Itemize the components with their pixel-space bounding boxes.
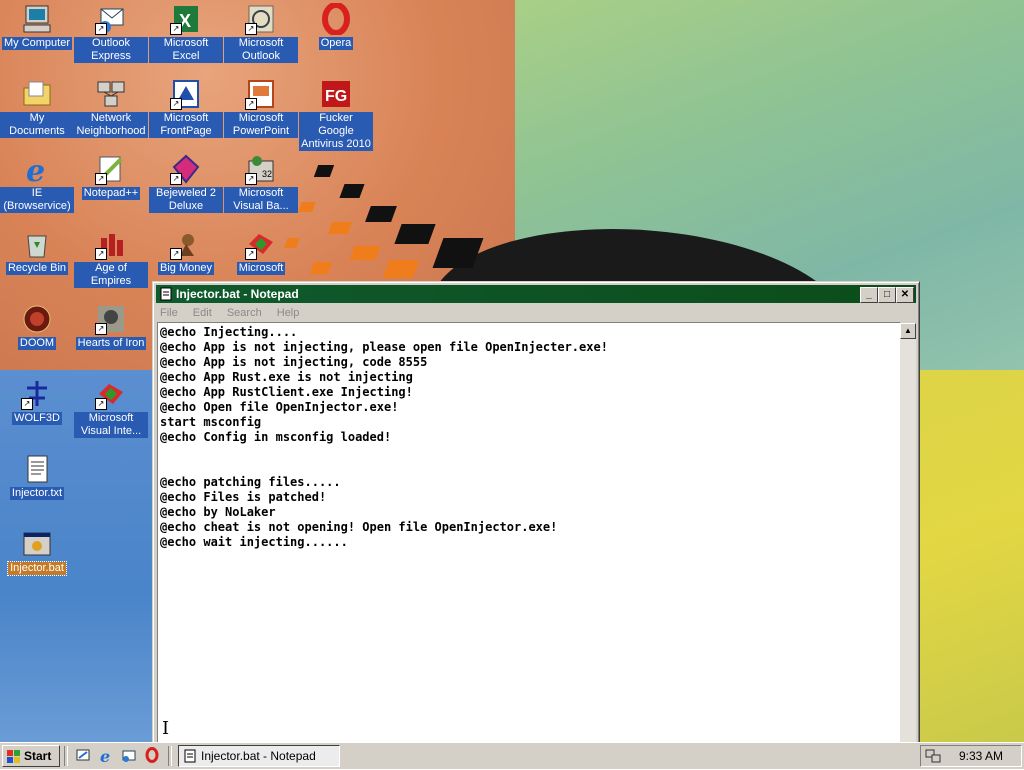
taskbar-divider xyxy=(64,746,68,766)
notepad-icon xyxy=(159,287,173,301)
menu-edit[interactable]: Edit xyxy=(193,307,212,319)
desktop-icon-doom[interactable]: DOOM xyxy=(0,303,74,350)
recycle-bin-icon xyxy=(21,228,53,260)
minimize-button[interactable]: _ xyxy=(860,287,878,303)
desktop-icon-age-of-empires[interactable]: ↗ Age of Empires xyxy=(74,228,148,288)
bejeweled-icon: ↗ xyxy=(170,153,202,185)
desktop-icon-bejeweled[interactable]: ↗ Bejeweled 2 Deluxe xyxy=(149,153,223,213)
start-button[interactable]: Start xyxy=(2,745,60,767)
desktop-icon-internet-explorer[interactable]: e IE (Browservice) xyxy=(0,153,74,213)
doom-icon xyxy=(21,303,53,335)
my-computer-icon xyxy=(21,3,53,35)
taskbar-button-label: Injector.bat - Notepad xyxy=(201,749,316,763)
title-bar[interactable]: Injector.bat - Notepad _ □ ✕ xyxy=(156,285,916,303)
windows-flag-icon xyxy=(7,750,20,763)
opera-icon xyxy=(320,2,352,36)
editor-content[interactable]: @echo Injecting.... @echo App is not inj… xyxy=(158,323,900,550)
quicklaunch-desktop-icon[interactable] xyxy=(75,747,91,763)
menu-help[interactable]: Help xyxy=(277,307,300,319)
clock[interactable]: 9:33 AM xyxy=(959,746,1003,766)
visual-interdev-icon: ↗ xyxy=(95,378,127,410)
outlook-express-icon: ↗ xyxy=(95,3,127,35)
desktop-icon-antivirus[interactable]: FG Fucker Google Antivirus 2010 xyxy=(299,78,373,151)
age-of-empires-icon: ↗ xyxy=(95,228,127,260)
desktop-icon-notepad-plus-plus[interactable]: ↗ Notepad++ xyxy=(74,153,148,200)
antivirus-icon: FG xyxy=(320,78,352,110)
window-title: Injector.bat - Notepad xyxy=(176,287,299,301)
desktop-icon-my-documents[interactable]: My Documents xyxy=(0,78,74,138)
text-file-icon xyxy=(21,453,53,485)
svg-text:32: 32 xyxy=(262,169,272,179)
excel-icon: X ↗ xyxy=(170,3,202,35)
quicklaunch-opera-icon[interactable] xyxy=(144,747,160,763)
tray-network-icon[interactable] xyxy=(925,748,941,764)
desktop-icon-microsoft[interactable]: ↗ Microsoft xyxy=(224,228,298,275)
big-money-icon: ↗ xyxy=(170,228,202,260)
menu-search[interactable]: Search xyxy=(227,307,262,319)
desktop-icon-wolf3d[interactable]: ↗ WOLF3D xyxy=(0,378,74,425)
desktop-icon-opera[interactable]: Opera xyxy=(299,2,373,50)
outlook-icon: ↗ xyxy=(245,3,277,35)
taskbar-divider xyxy=(168,746,172,766)
scroll-up-icon[interactable]: ▲ xyxy=(900,323,916,339)
batch-file-icon xyxy=(21,528,53,560)
maximize-button[interactable]: □ xyxy=(878,287,896,303)
desktop-icon-network-neighborhood[interactable]: Network Neighborhood xyxy=(74,78,148,138)
desktop-icon-hearts-of-iron[interactable]: ↗ Hearts of Iron xyxy=(74,303,148,350)
desktop-icon-powerpoint[interactable]: ↗ Microsoft PowerPoint xyxy=(224,78,298,138)
desktop-icon-outlook[interactable]: ↗ Microsoft Outlook xyxy=(224,3,298,63)
desktop-icon-visual-basic[interactable]: 32 ↗ Microsoft Visual Ba... xyxy=(224,153,298,213)
visual-interdev-icon: ↗ xyxy=(245,228,277,260)
hearts-of-iron-icon: ↗ xyxy=(95,303,127,335)
menu-bar: File Edit Search Help xyxy=(156,304,916,322)
desktop-icon-recycle-bin[interactable]: Recycle Bin xyxy=(0,228,74,275)
desktop-icon-my-computer[interactable]: My Computer xyxy=(0,3,74,50)
taskbar-button-notepad[interactable]: Injector.bat - Notepad xyxy=(178,745,340,767)
text-cursor-icon: I xyxy=(162,718,170,739)
start-label: Start xyxy=(24,749,52,763)
desktop-icon-injector-bat[interactable]: Injector.bat xyxy=(0,528,74,576)
desktop-icon-injector-txt[interactable]: Injector.txt xyxy=(0,453,74,500)
my-documents-icon xyxy=(21,78,53,110)
notepad-window[interactable]: Injector.bat - Notepad _ □ ✕ File Edit S… xyxy=(152,281,920,745)
frontpage-icon: ↗ xyxy=(170,78,202,110)
taskbar: Start e Injector.bat - Notepad 9:33 AM xyxy=(0,742,1024,769)
quicklaunch-ie-icon[interactable]: e xyxy=(98,747,114,766)
svg-text:e: e xyxy=(100,747,110,763)
desktop-icon-outlook-express[interactable]: ↗ Outlook Express xyxy=(74,3,148,63)
visual-basic-icon: 32 ↗ xyxy=(245,153,277,185)
desktop-icon-visual-interdev[interactable]: ↗ Microsoft Visual Inte... xyxy=(74,378,148,438)
wallpaper-tile xyxy=(349,246,381,260)
notepad-plus-plus-icon: ↗ xyxy=(95,153,127,185)
vertical-scrollbar[interactable]: ▲ xyxy=(900,323,916,743)
internet-explorer-icon: e xyxy=(21,153,53,189)
svg-text:e: e xyxy=(26,154,45,185)
wolf3d-icon: ↗ xyxy=(21,378,53,410)
powerpoint-icon: ↗ xyxy=(245,78,277,110)
desktop-icon-excel[interactable]: X ↗ Microsoft Excel xyxy=(149,3,223,63)
quicklaunch-outlook-express-icon[interactable] xyxy=(121,747,137,763)
text-editor[interactable]: @echo Injecting.... @echo App is not inj… xyxy=(157,322,901,744)
system-tray: 9:33 AM xyxy=(920,745,1022,767)
network-neighborhood-icon xyxy=(95,78,127,110)
notepad-icon xyxy=(183,749,197,763)
desktop-icon-big-money[interactable]: ↗ Big Money xyxy=(149,228,223,275)
desktop-icon-frontpage[interactable]: ↗ Microsoft FrontPage xyxy=(149,78,223,138)
svg-text:FG: FG xyxy=(325,88,347,105)
close-button[interactable]: ✕ xyxy=(896,287,914,303)
menu-file[interactable]: File xyxy=(160,307,178,319)
wallpaper-tile xyxy=(394,224,436,244)
